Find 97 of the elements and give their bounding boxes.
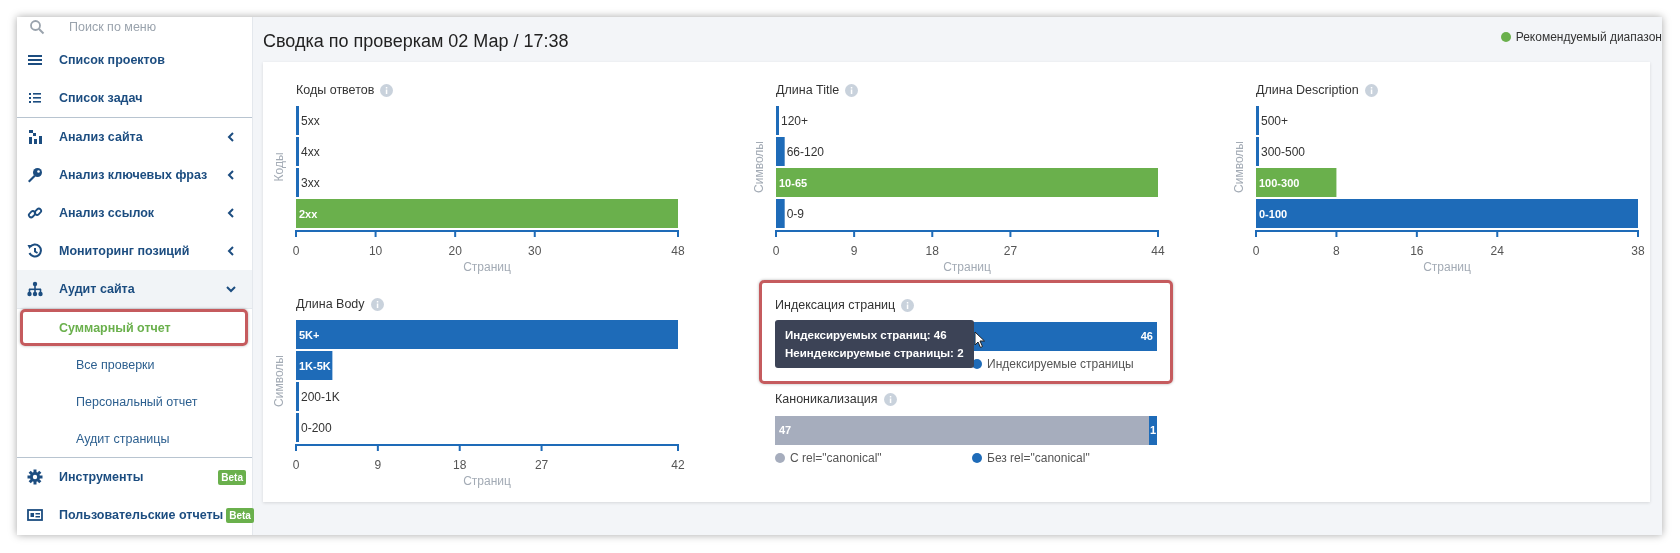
legend-label: Индексируемые страницы: [987, 357, 1134, 371]
tick-label: 0: [772, 244, 780, 258]
x-axis-label: Страниц: [1423, 260, 1471, 274]
category-label: 5K+: [299, 329, 320, 341]
x-axis-label: Страниц: [463, 260, 511, 274]
chevron-left-icon: [226, 208, 236, 218]
tick-label: 8: [1333, 244, 1340, 258]
chart-title: Каноникализация: [775, 392, 878, 406]
nav-item[interactable]: Аудит сайта: [17, 270, 252, 309]
nav-item[interactable]: Анализ ссылок: [17, 194, 252, 232]
x-axis-label: Страниц: [943, 260, 991, 274]
category-label: 100-300: [1259, 177, 1300, 189]
tick-label: 30: [528, 244, 542, 258]
tick-label: 27: [1003, 244, 1018, 258]
tooltip-text: Неиндексируемые страницы: 2: [785, 346, 964, 360]
id-card-icon: [27, 507, 43, 523]
nav-item[interactable]: Анализ сайта: [17, 118, 252, 156]
tick-label: 18: [925, 244, 939, 258]
tick-label: 9: [374, 458, 382, 472]
chart-title: Коды ответов: [296, 83, 375, 97]
category-label: 4xx: [301, 145, 320, 159]
chart-title: Индексация страниц: [775, 298, 896, 312]
chevron-left-icon: [226, 246, 236, 256]
info-icon: [380, 83, 394, 97]
beta-badge: Beta: [218, 469, 246, 485]
tick-label: 44: [1151, 244, 1165, 258]
info-icon: [1364, 83, 1378, 97]
nav-item[interactable]: Мониторинг позиций: [17, 232, 252, 270]
category-label: 0-9: [786, 207, 805, 221]
legend-label: C rel="canonical": [790, 451, 882, 465]
nav-item[interactable]: Пользовательские отчеты Beta: [17, 496, 252, 534]
nav-item[interactable]: Инструменты Beta: [17, 458, 252, 496]
chevron-down-icon: [226, 284, 236, 294]
info-icon: [370, 297, 384, 311]
category-label: 1K-5K: [299, 360, 331, 372]
legend-label: Без rel="canonical": [987, 451, 1090, 465]
category-label: 0-200: [301, 421, 332, 435]
value-label: 1: [1149, 424, 1157, 437]
tick-label: 38: [1631, 244, 1645, 258]
chart-title: Длина Body: [296, 297, 365, 311]
category-label: 10-65: [779, 177, 808, 189]
tick-label: 0: [1252, 244, 1260, 258]
category-label: 66-120: [786, 145, 825, 159]
chart-title: Длина Title: [776, 83, 840, 97]
value-label: 46: [1140, 330, 1153, 343]
y-axis-label: Символы: [1232, 141, 1246, 193]
info-icon: [883, 392, 897, 406]
legend-label: Рекомендуемый диапазон: [1515, 29, 1662, 44]
category-label: 2xx: [299, 208, 318, 220]
tooltip-text: Индексируемых страниц: 46: [785, 328, 948, 342]
chart-title: Длина Description: [1256, 83, 1359, 97]
category-label: 300-500: [1261, 145, 1306, 159]
chevron-left-icon: [226, 132, 236, 142]
beta-badge: Beta: [226, 507, 254, 523]
search-field[interactable]: Поиск по меню: [69, 20, 229, 34]
sitemap-icon: [27, 281, 43, 297]
bar-chart-icon: [27, 129, 43, 145]
link-icon: [27, 205, 43, 221]
cursor-icon: [974, 331, 986, 349]
settings-icon: [27, 469, 43, 485]
category-label: 120+: [781, 114, 809, 128]
nav-item[interactable]: Список проектов: [17, 41, 252, 79]
page-title: Сводка по проверкам 02 Мар / 17:38: [263, 31, 569, 52]
submenu-item[interactable]: Аудит страницы: [20, 420, 248, 457]
tick-label: 16: [1410, 244, 1424, 258]
value-label: 47: [779, 424, 792, 437]
category-label: 5xx: [301, 114, 320, 128]
tick-label: 24: [1490, 244, 1504, 258]
tick-label: 20: [448, 244, 462, 258]
submenu-item[interactable]: Все проверки: [20, 346, 248, 383]
category-label: 3xx: [301, 176, 320, 190]
category-label: 200-1K: [301, 390, 340, 404]
category-label: 0-100: [1259, 208, 1288, 220]
info-icon: [845, 83, 859, 97]
key-icon: [27, 167, 43, 183]
x-axis-label: Страниц: [463, 474, 511, 488]
info-icon: [901, 298, 915, 312]
y-axis-label: Коды: [272, 152, 286, 182]
tick-label: 48: [671, 244, 685, 258]
search-icon: [29, 19, 45, 35]
menu-icon: [27, 52, 43, 68]
submenu-item[interactable]: Персональный отчет: [20, 383, 248, 420]
nav-item[interactable]: Список задач: [17, 79, 252, 117]
y-axis-label: Символы: [272, 355, 286, 407]
nav-item[interactable]: Анализ ключевых фраз: [17, 156, 252, 194]
tick-label: 0: [292, 458, 300, 472]
history-icon: [27, 243, 43, 259]
tick-label: 18: [453, 458, 467, 472]
tick-label: 27: [534, 458, 549, 472]
list-icon: [27, 90, 43, 106]
chevron-left-icon: [226, 170, 236, 180]
tick-label: 9: [850, 244, 858, 258]
tick-label: 10: [368, 244, 383, 258]
y-axis-label: Символы: [752, 141, 766, 193]
tick-label: 42: [671, 458, 685, 472]
tick-label: 0: [292, 244, 300, 258]
category-label: 500+: [1261, 114, 1289, 128]
